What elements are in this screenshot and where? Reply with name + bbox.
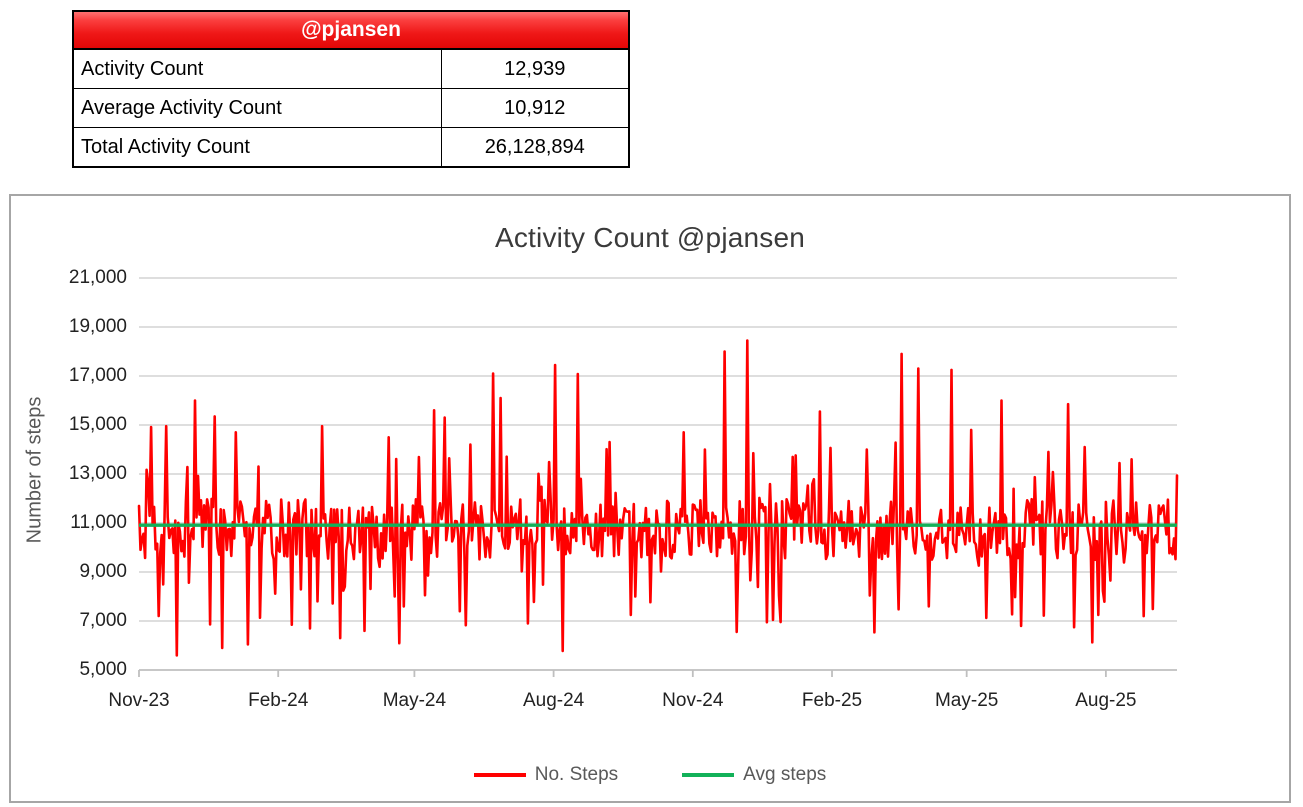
spreadsheet-dashboard: { "stats_table": { "header": "@pjansen",… — [0, 0, 1303, 807]
activity-chart[interactable]: Activity Count @pjansen Number of steps … — [9, 194, 1291, 803]
stat-label-total-activity-count[interactable]: Total Activity Count — [73, 128, 441, 168]
y-axis-tick-label: 15,000 — [11, 414, 127, 436]
legend-item-no-steps[interactable]: No. Steps — [474, 764, 618, 786]
x-axis-tick-label: May-24 — [344, 690, 484, 712]
no-steps-line-swatch — [474, 773, 526, 777]
legend-item-avg-steps[interactable]: Avg steps — [682, 764, 826, 786]
x-axis-tick-label: Aug-24 — [484, 690, 624, 712]
x-axis-tick-label: Feb-25 — [762, 690, 902, 712]
x-axis-tick-label: Feb-24 — [208, 690, 348, 712]
legend-label-avg-steps: Avg steps — [743, 764, 826, 786]
x-axis-tick-label: Nov-23 — [69, 690, 209, 712]
y-axis-tick-label: 5,000 — [11, 659, 127, 681]
stats-table: @pjansen Activity Count 12,939 Average A… — [72, 10, 630, 168]
y-axis-tick-label: 11,000 — [11, 512, 127, 534]
x-axis-tick-label: Nov-24 — [623, 690, 763, 712]
x-axis-tick-label: May-25 — [897, 690, 1037, 712]
legend-label-no-steps: No. Steps — [535, 764, 618, 786]
y-axis-tick-label: 21,000 — [11, 267, 127, 289]
stat-value-activity-count[interactable]: 12,939 — [441, 49, 629, 89]
table-row: Activity Count 12,939 — [73, 49, 629, 89]
stat-label-average-activity-count[interactable]: Average Activity Count — [73, 89, 441, 128]
x-axis-tick-label: Aug-25 — [1036, 690, 1176, 712]
y-axis-tick-label: 17,000 — [11, 365, 127, 387]
stat-label-activity-count[interactable]: Activity Count — [73, 49, 441, 89]
stat-value-total-activity-count[interactable]: 26,128,894 — [441, 128, 629, 168]
table-row: Total Activity Count 26,128,894 — [73, 128, 629, 168]
chart-legend: No. Steps Avg steps — [11, 764, 1289, 786]
stats-header-cell[interactable]: @pjansen — [73, 11, 629, 49]
no-steps-series-line — [139, 341, 1177, 656]
table-row: Average Activity Count 10,912 — [73, 89, 629, 128]
y-axis-tick-label: 9,000 — [11, 561, 127, 583]
avg-steps-line-swatch — [682, 773, 734, 777]
y-axis-tick-label: 19,000 — [11, 316, 127, 338]
y-axis-tick-label: 13,000 — [11, 463, 127, 485]
stat-value-average-activity-count[interactable]: 10,912 — [441, 89, 629, 128]
stats-header-row: @pjansen — [73, 11, 629, 49]
y-axis-tick-label: 7,000 — [11, 610, 127, 632]
